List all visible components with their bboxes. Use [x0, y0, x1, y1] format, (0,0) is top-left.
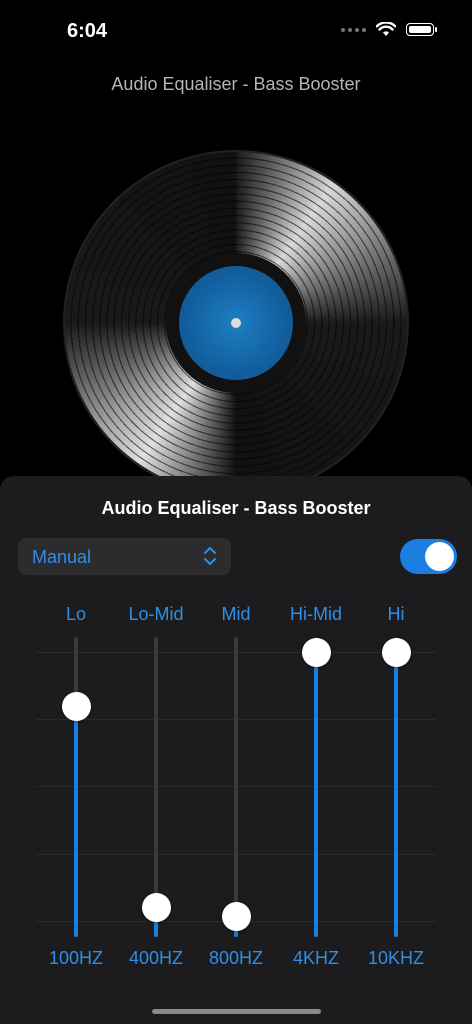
slider-fill — [394, 652, 398, 937]
slider-knob[interactable] — [62, 691, 91, 721]
preset-select[interactable]: Manual — [18, 538, 231, 575]
record-inner-ring — [166, 253, 306, 393]
slider-track[interactable] — [314, 637, 318, 937]
slider-knob[interactable] — [142, 892, 171, 922]
band-frequency: 4KHZ — [292, 948, 339, 968]
status-bar: 6:04 — [0, 0, 472, 60]
band-frequency: 100HZ — [48, 948, 104, 968]
record-spindle — [231, 318, 241, 328]
band-name: Mid — [221, 604, 251, 624]
chevron-updown-icon — [204, 547, 216, 565]
wifi-icon — [376, 22, 396, 36]
band-frequency: 800HZ — [208, 948, 264, 968]
slider-knob[interactable] — [382, 637, 411, 667]
home-indicator — [152, 1009, 321, 1014]
panel-title: Audio Equaliser - Bass Booster — [101, 498, 371, 518]
band-name: Lo — [65, 604, 87, 624]
battery-icon — [406, 23, 437, 36]
equaliser-panel: Audio Equaliser - Bass Booster Manual Lo… — [0, 476, 472, 1024]
preset-value: Manual — [32, 547, 92, 567]
record-label — [179, 266, 293, 380]
slider-knob[interactable] — [222, 901, 251, 931]
slider-track[interactable] — [234, 637, 238, 937]
band-frequency: 10KHZ — [367, 948, 425, 968]
cellular-signal-icon — [341, 27, 366, 32]
toggle-knob — [425, 542, 454, 571]
slider-fill — [314, 652, 318, 937]
slider-track[interactable] — [74, 637, 78, 937]
slider-track[interactable] — [394, 637, 398, 937]
band-name: Hi — [387, 604, 405, 624]
band-frequency: 400HZ — [128, 948, 184, 968]
band-name: Hi-Mid — [290, 604, 342, 624]
slider-fill — [74, 706, 78, 937]
vinyl-record-image — [63, 150, 409, 496]
band-name: Lo-Mid — [128, 604, 184, 624]
equaliser-toggle[interactable] — [400, 539, 457, 574]
status-time: 6:04 — [67, 20, 108, 42]
slider-knob[interactable] — [302, 637, 331, 667]
status-icons — [341, 22, 437, 37]
app-title: Audio Equaliser - Bass Booster — [111, 74, 361, 94]
